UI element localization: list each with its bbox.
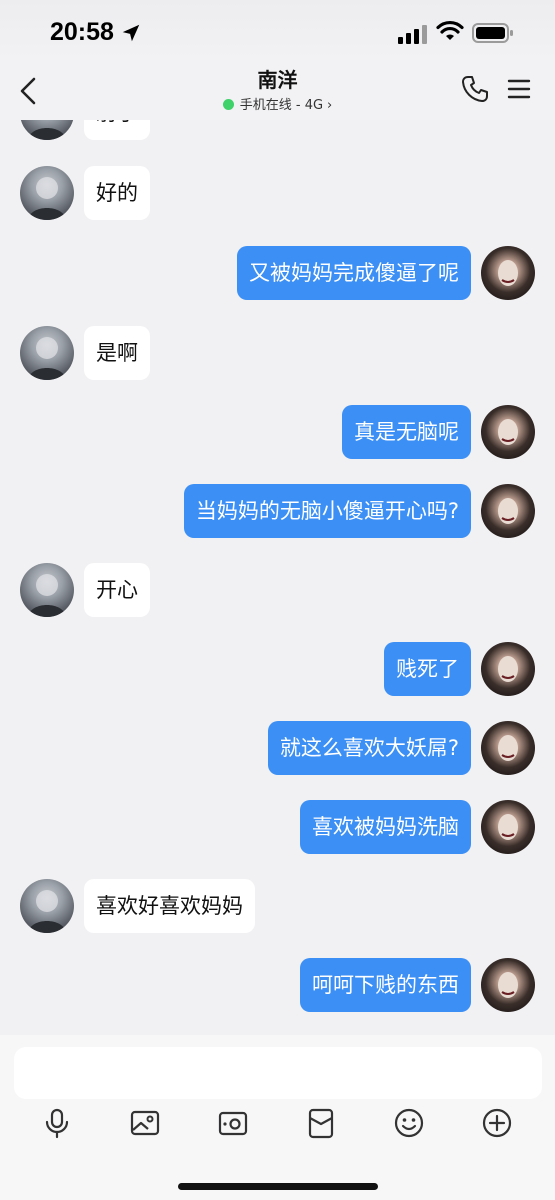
contact-avatar[interactable]	[20, 563, 74, 617]
user-avatar[interactable]	[481, 721, 535, 775]
status-time: 20:58	[50, 18, 114, 46]
location-arrow-icon	[122, 24, 140, 42]
status-bar: 20:58	[0, 0, 555, 62]
red-packet-icon[interactable]	[305, 1107, 337, 1139]
message-row: 当妈妈的无脑小傻逼开心吗?	[0, 484, 555, 538]
contact-avatar[interactable]	[20, 879, 74, 933]
camera-icon[interactable]	[217, 1107, 249, 1139]
chat-header: 南洋 手机在线 - 4G ›	[0, 62, 555, 120]
phone-icon[interactable]	[460, 74, 490, 104]
online-dot-icon	[222, 99, 234, 110]
emoji-icon[interactable]	[393, 1107, 425, 1139]
plus-icon[interactable]	[481, 1107, 513, 1139]
user-avatar[interactable]	[481, 484, 535, 538]
user-avatar[interactable]	[481, 642, 535, 696]
message-bubble[interactable]: 是啊	[84, 326, 150, 380]
message-row: 真是无脑呢	[0, 405, 555, 459]
message-bubble[interactable]: 射了	[84, 120, 150, 140]
message-list[interactable]: 射了 好的 又被妈妈完成傻逼了呢 是啊 真是无脑呢 当妈妈的无脑小傻逼开心吗? …	[0, 120, 555, 1035]
message-row: 是啊	[0, 326, 555, 380]
online-status-text: 手机在线 - 4G	[239, 98, 324, 113]
home-indicator[interactable]	[178, 1183, 378, 1190]
message-bubble[interactable]: 好的	[84, 166, 150, 220]
message-bubble[interactable]: 贱死了	[384, 642, 471, 696]
message-row: 就这么喜欢大妖屌?	[0, 721, 555, 775]
message-row: 射了	[0, 120, 555, 140]
wifi-icon	[436, 20, 464, 40]
message-bubble[interactable]: 喜欢好喜欢妈妈	[84, 879, 255, 933]
mic-icon[interactable]	[41, 1107, 73, 1139]
input-panel	[0, 1035, 555, 1200]
user-avatar[interactable]	[481, 246, 535, 300]
message-row: 又被妈妈完成傻逼了呢	[0, 246, 555, 300]
message-bubble[interactable]: 当妈妈的无脑小傻逼开心吗?	[183, 484, 471, 538]
message-bubble[interactable]: 真是无脑呢	[342, 405, 471, 459]
message-bubble[interactable]: 喜欢被妈妈洗脑	[300, 800, 471, 854]
user-avatar[interactable]	[481, 958, 535, 1012]
message-row: 好的	[0, 166, 555, 220]
message-bubble[interactable]: 又被妈妈完成傻逼了呢	[237, 246, 471, 300]
message-row: 喜欢好喜欢妈妈	[0, 879, 555, 933]
menu-icon[interactable]	[506, 76, 532, 102]
message-row: 开心	[0, 563, 555, 617]
contact-avatar[interactable]	[20, 326, 74, 380]
battery-icon	[472, 23, 513, 43]
contact-avatar[interactable]	[20, 120, 74, 140]
user-avatar[interactable]	[481, 405, 535, 459]
image-icon[interactable]	[129, 1107, 161, 1139]
signal-icon	[398, 25, 427, 44]
message-row: 喜欢被妈妈洗脑	[0, 800, 555, 854]
message-input[interactable]	[14, 1047, 542, 1099]
message-row: 贱死了	[0, 642, 555, 696]
contact-avatar[interactable]	[20, 166, 74, 220]
message-bubble[interactable]: 呵呵下贱的东西	[300, 958, 471, 1012]
user-avatar[interactable]	[481, 800, 535, 854]
message-bubble[interactable]: 开心	[84, 563, 150, 617]
message-bubble[interactable]: 就这么喜欢大妖屌?	[267, 721, 471, 775]
chevron-right-icon: ›	[327, 98, 333, 113]
message-row: 呵呵下贱的东西	[0, 958, 555, 1012]
